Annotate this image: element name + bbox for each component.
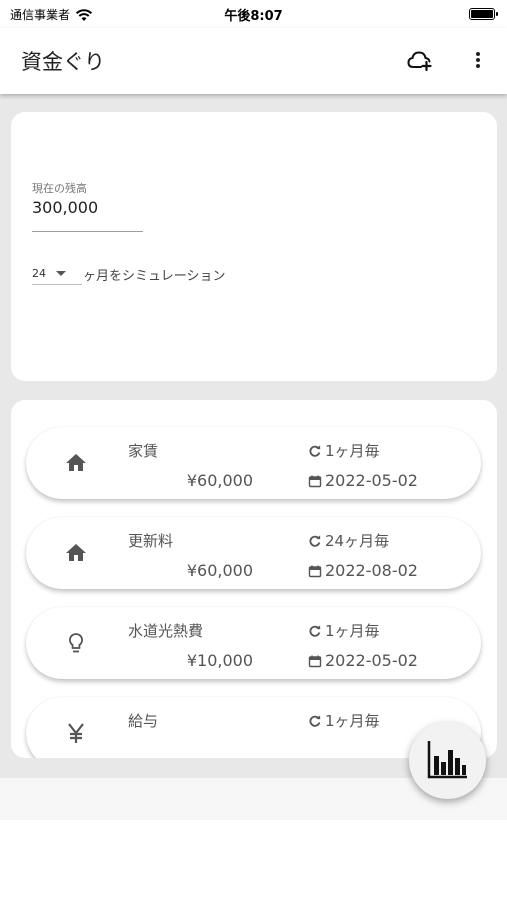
home-icon — [66, 544, 86, 561]
item-frequency-text: 24ヶ月毎 — [325, 532, 390, 550]
bar-chart-icon — [427, 741, 467, 779]
list-item[interactable]: 水道光熱費 ¥10,000 1ヶ月毎 2022-05-02 — [26, 607, 481, 679]
items-card: 家賃 ¥60,000 1ヶ月毎 2022-05-02 更新料 ¥60,000 2… — [11, 400, 497, 758]
dropdown-arrow-icon — [56, 271, 66, 276]
repeat-icon — [309, 534, 321, 547]
status-time: 午後8:07 — [224, 9, 283, 24]
months-suffix: ヶ月をシミュレーション — [83, 269, 226, 284]
balance-input[interactable]: 300,000 — [32, 198, 98, 217]
list-item[interactable]: 更新料 ¥60,000 24ヶ月毎 2022-08-02 — [26, 517, 481, 589]
cloud-add-icon[interactable] — [406, 47, 432, 73]
item-amount: ¥60,000 — [186, 561, 253, 580]
item-frequency: 1ヶ月毎 — [308, 620, 380, 641]
more-vert-icon[interactable] — [468, 48, 488, 72]
months-dropdown[interactable]: 24 — [32, 265, 82, 285]
home-icon — [66, 454, 86, 471]
item-date-text: 2022-08-02 — [325, 561, 418, 580]
battery-icon — [469, 8, 498, 20]
settings-card: 現在の残高 300,000 24 ヶ月をシミュレーション — [11, 112, 497, 381]
item-amount: ¥10,000 — [186, 651, 253, 670]
status-bar: 通信事業者 午後8:07 — [0, 0, 507, 28]
calendar-icon — [308, 475, 322, 487]
item-frequency-text: 1ヶ月毎 — [325, 712, 380, 730]
app-bar: 資金ぐり — [0, 28, 507, 94]
item-frequency-text: 1ヶ月毎 — [325, 622, 380, 640]
calendar-icon — [308, 655, 322, 667]
item-name: 家賃 — [128, 442, 159, 460]
list-item[interactable]: 家賃 ¥60,000 1ヶ月毎 2022-05-02 — [26, 427, 481, 499]
page-title: 資金ぐり — [21, 50, 105, 74]
item-name: 給与 — [128, 712, 159, 730]
item-name: 更新料 — [128, 532, 174, 550]
yen-icon — [68, 723, 84, 743]
item-frequency: 1ヶ月毎 — [308, 440, 380, 461]
repeat-icon — [309, 714, 321, 727]
repeat-icon — [309, 624, 321, 637]
balance-underline — [32, 231, 143, 232]
months-value: 24 — [32, 267, 46, 280]
repeat-icon — [309, 444, 321, 457]
chart-fab-button[interactable] — [409, 722, 486, 799]
item-frequency: 1ヶ月毎 — [308, 710, 380, 731]
item-frequency: 24ヶ月毎 — [308, 530, 389, 551]
item-date: 2022-05-02 — [308, 471, 418, 490]
item-date-text: 2022-05-02 — [325, 651, 418, 670]
item-name: 水道光熱費 — [128, 622, 204, 640]
item-date: 2022-08-02 — [308, 561, 418, 580]
item-frequency-text: 1ヶ月毎 — [325, 442, 380, 460]
item-date: 2022-05-02 — [308, 651, 418, 670]
item-amount: ¥60,000 — [186, 471, 253, 490]
calendar-icon — [308, 565, 322, 577]
main-content: 現在の残高 300,000 24 ヶ月をシミュレーション 家賃 ¥60,000 … — [0, 94, 507, 778]
balance-label: 現在の残高 — [32, 182, 87, 195]
lightbulb-icon — [69, 633, 83, 653]
item-date-text: 2022-05-02 — [325, 471, 418, 490]
